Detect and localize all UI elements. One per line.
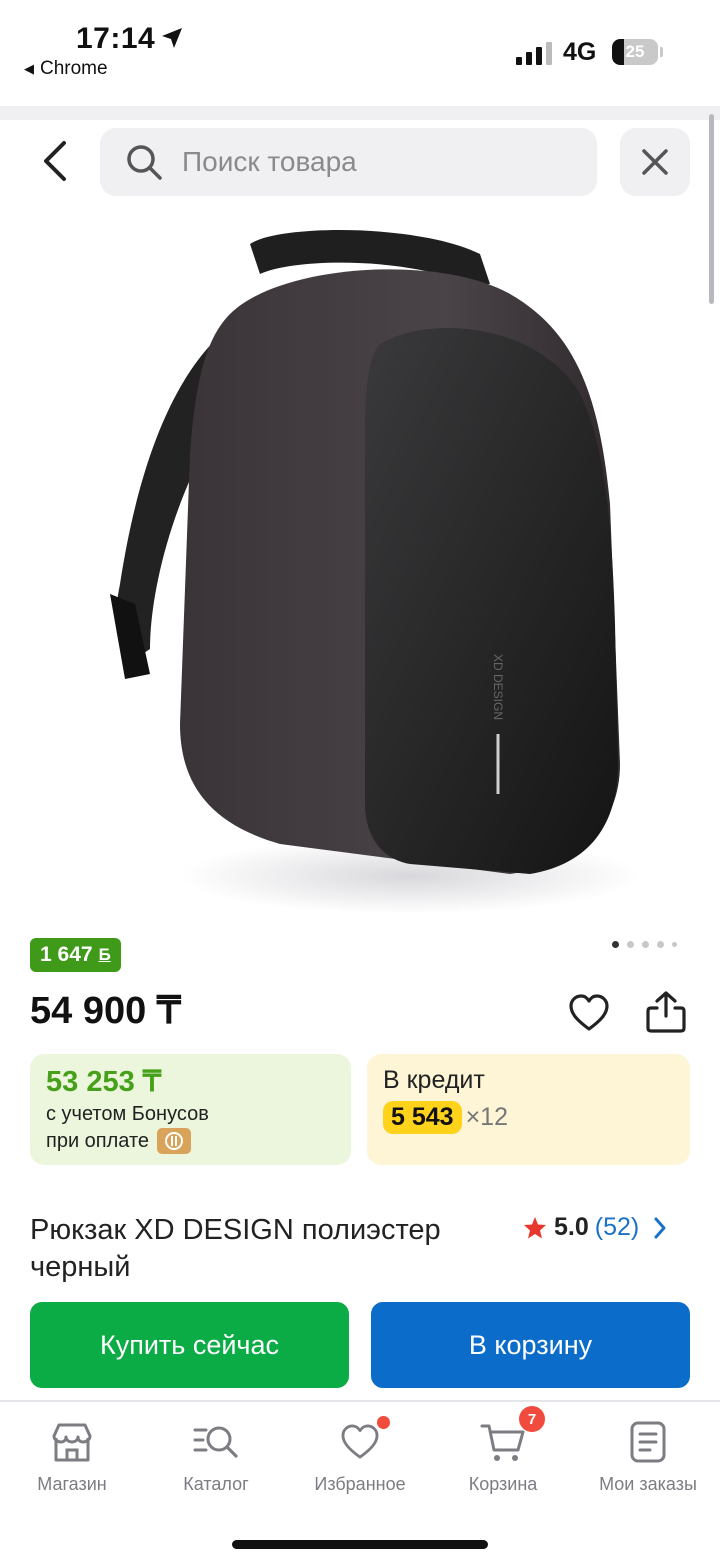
- cart-count-badge: 7: [519, 1406, 545, 1432]
- nav-item-favorites[interactable]: Избранное: [290, 1416, 430, 1495]
- favorite-button[interactable]: [566, 990, 612, 1036]
- nav-label-orders: Мои заказы: [599, 1474, 697, 1494]
- close-button[interactable]: [620, 128, 690, 196]
- bonus-price: 53 253 ₸: [46, 1066, 162, 1098]
- status-bar: 17:14 ◀ Chrome 4G 25: [0, 0, 720, 106]
- battery-icon: 25: [612, 39, 658, 65]
- cart-icon: 7: [479, 1406, 545, 1466]
- rating-count: (52): [594, 1213, 640, 1241]
- buy-now-button[interactable]: Купить сейчас: [30, 1302, 349, 1388]
- status-time: 17:14: [76, 22, 156, 55]
- credit-card[interactable]: В кредит 5 543 ×12: [367, 1054, 690, 1165]
- bonus-badge: 1 647 Б: [30, 938, 121, 972]
- nav-item-store[interactable]: Магазин: [2, 1418, 142, 1495]
- store-icon: [48, 1418, 96, 1466]
- network-type: 4G: [563, 38, 597, 66]
- bonus-line-1: с учетом Бонусов: [46, 1103, 209, 1125]
- battery-level: 25: [625, 42, 645, 61]
- bonus-price-card[interactable]: 53 253 ₸ с учетом Бонусов при оплате: [30, 1054, 351, 1165]
- search-icon: [124, 142, 164, 182]
- nav-item-cart[interactable]: 7 Корзина: [433, 1406, 573, 1495]
- credit-row: 5 543 ×12: [383, 1101, 674, 1134]
- back-triangle-icon: ◀: [24, 61, 34, 76]
- catalog-search-icon: [192, 1418, 240, 1466]
- product-image[interactable]: XD DESIGN: [80, 204, 640, 920]
- bonus-symbol: Б: [98, 945, 111, 964]
- chevron-right-icon: [654, 1217, 666, 1238]
- product-price: 54 900 ₸: [30, 990, 181, 1032]
- pagination-dot[interactable]: [672, 942, 677, 947]
- bonus-amount: 1 647: [40, 943, 93, 966]
- pagination-dot[interactable]: [642, 941, 649, 948]
- back-chevron-icon: [44, 141, 66, 181]
- credit-monthly: 5 543: [383, 1101, 462, 1134]
- back-to-app[interactable]: ◀ Chrome: [24, 58, 108, 80]
- home-indicator[interactable]: [232, 1540, 488, 1549]
- share-icon: [646, 991, 686, 1033]
- nav-label-cart: Корзина: [468, 1474, 538, 1494]
- heart-icon: [569, 994, 609, 1031]
- search-box[interactable]: [100, 128, 597, 196]
- nav-item-orders[interactable]: Мои заказы: [578, 1418, 718, 1495]
- rating-link[interactable]: 5.0 (52): [522, 1213, 667, 1242]
- battery-nub: [660, 47, 663, 57]
- backpack-image: XD DESIGN: [110, 230, 640, 914]
- credit-title: В кредит: [383, 1066, 485, 1094]
- bonus-line-2: при оплате: [46, 1129, 150, 1152]
- close-icon: [642, 149, 668, 175]
- page-scrollbar[interactable]: [709, 114, 714, 304]
- pagination-dot[interactable]: [627, 941, 634, 948]
- nav-label-favorites: Избранное: [314, 1474, 406, 1494]
- search-header: [0, 120, 720, 204]
- rating-score: 5.0: [554, 1213, 589, 1241]
- star-icon: [524, 1216, 546, 1238]
- back-button[interactable]: [30, 134, 80, 188]
- heart-icon: [336, 1416, 390, 1466]
- header-divider: [0, 106, 720, 120]
- svg-text:XD DESIGN: XD DESIGN: [491, 654, 505, 720]
- product-title: Рюкзак XD DESIGN полиэстер черный: [30, 1214, 441, 1283]
- location-arrow-icon: [162, 28, 182, 48]
- pagination-dot[interactable]: [657, 941, 664, 948]
- share-button[interactable]: [642, 988, 690, 1036]
- signal-icon: [516, 42, 552, 65]
- bonus-line-2-row: при оплате: [46, 1128, 335, 1154]
- image-pagination[interactable]: [612, 941, 677, 948]
- pagination-dot[interactable]: [612, 941, 619, 948]
- nav-label-catalog: Каталог: [183, 1474, 249, 1494]
- credit-months: ×12: [465, 1103, 508, 1131]
- bottom-nav: Магазин Каталог Избранное 7 Корзина Мои …: [0, 1400, 720, 1561]
- search-input[interactable]: [182, 146, 562, 178]
- nav-item-catalog[interactable]: Каталог: [146, 1418, 286, 1495]
- add-to-cart-button[interactable]: В корзину: [371, 1302, 690, 1388]
- orders-icon: [624, 1418, 672, 1466]
- kaspi-logo-icon: [157, 1128, 192, 1154]
- favorites-notification-dot: [377, 1416, 390, 1429]
- back-app-label: Chrome: [40, 58, 108, 79]
- nav-label-store: Магазин: [37, 1474, 107, 1494]
